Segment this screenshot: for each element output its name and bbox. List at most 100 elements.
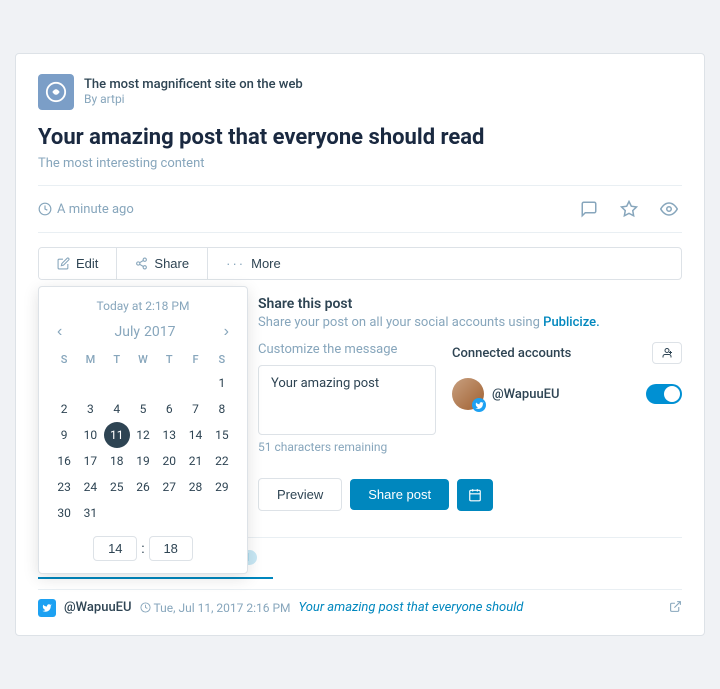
share-subtitle: Share your post on all your social accou… [258, 315, 682, 330]
cal-day[interactable]: 20 [156, 448, 182, 474]
cal-day[interactable]: 31 [77, 500, 103, 526]
calendar-overlay: Today at 2:18 PM ‹ July2017 › S M T W T … [38, 286, 248, 574]
cal-day[interactable]: 4 [104, 396, 130, 422]
cal-header-date: Today at 2:18 PM [51, 299, 235, 313]
calendar-grid: S M T W T F S 12345678910111213141516171… [51, 351, 235, 526]
share-left: Customize the message Your amazing post … [258, 342, 436, 454]
edit-button[interactable]: Edit [39, 248, 117, 279]
cal-day[interactable]: 21 [182, 448, 208, 474]
day-header-tu: T [104, 351, 130, 370]
prev-month-button[interactable]: ‹ [51, 321, 68, 343]
share-label: Share [154, 256, 189, 271]
post-time: A minute ago [38, 202, 134, 217]
cal-day[interactable]: 7 [182, 396, 208, 422]
history-handle: @WapuuEU [64, 600, 132, 615]
cal-day [130, 500, 156, 526]
cal-day[interactable]: 8 [209, 396, 235, 422]
account-name: @WapuuEU [492, 387, 560, 402]
cal-day[interactable]: 24 [77, 474, 103, 500]
comment-button[interactable] [576, 196, 602, 222]
post-title: Your amazing post that everyone should r… [38, 124, 682, 153]
cal-day[interactable]: 15 [209, 422, 235, 448]
bottom-buttons: Preview Share post [258, 468, 682, 521]
preview-button[interactable]: Preview [258, 478, 342, 511]
site-icon [38, 74, 74, 110]
cal-day[interactable]: 1 [209, 370, 235, 396]
cal-day[interactable]: 18 [104, 448, 130, 474]
cal-day[interactable]: 29 [209, 474, 235, 500]
account-toggle[interactable] [646, 384, 682, 404]
account-info: @WapuuEU [452, 378, 560, 410]
post-text-area[interactable]: Your amazing post [258, 365, 436, 435]
time-label: A minute ago [57, 202, 134, 217]
cal-day[interactable]: 25 [104, 474, 130, 500]
cal-day[interactable]: 3 [77, 396, 103, 422]
post-actions [576, 196, 682, 222]
cal-day[interactable]: 2 [51, 396, 77, 422]
cal-day[interactable]: 9 [51, 422, 77, 448]
site-by: By artpi [84, 92, 303, 106]
day-header-we: W [130, 351, 156, 370]
share-right: Connected accounts [452, 342, 682, 454]
publicize-link[interactable]: Publicize. [543, 315, 600, 330]
time-separator: : [141, 541, 144, 557]
time-hour-input[interactable] [93, 536, 137, 561]
cal-day[interactable]: 16 [51, 448, 77, 474]
cal-day [104, 370, 130, 396]
cal-day [182, 370, 208, 396]
site-header: The most magnificent site on the web By … [38, 74, 682, 110]
cal-day[interactable]: 27 [156, 474, 182, 500]
toggle-knob [664, 386, 680, 402]
twitter-badge [472, 398, 486, 412]
cal-day[interactable]: 17 [77, 448, 103, 474]
share-post-button[interactable]: Share post [350, 479, 449, 510]
cal-day[interactable]: 28 [182, 474, 208, 500]
history-text: Your amazing post that everyone should [299, 600, 661, 615]
cal-day [209, 500, 235, 526]
cal-day[interactable]: 30 [51, 500, 77, 526]
cal-day[interactable]: 22 [209, 448, 235, 474]
day-header-th: T [156, 351, 182, 370]
next-month-button[interactable]: › [218, 321, 235, 343]
cal-day[interactable]: 26 [130, 474, 156, 500]
history-section: @WapuuEU Tue, Jul 11, 2017 2:16 PM Your … [38, 579, 682, 635]
schedule-calendar-button[interactable] [457, 479, 493, 511]
cal-day[interactable]: 19 [130, 448, 156, 474]
view-button[interactable] [656, 196, 682, 222]
cal-day [156, 370, 182, 396]
toolbar: Edit Share ··· More [38, 247, 682, 280]
cal-day[interactable]: 5 [130, 396, 156, 422]
cal-day[interactable]: 12 [130, 422, 156, 448]
cal-day [77, 370, 103, 396]
chars-remaining: 51 characters remaining [258, 440, 436, 454]
cal-day [182, 500, 208, 526]
share-content: Customize the message Your amazing post … [258, 342, 682, 454]
star-button[interactable] [616, 196, 642, 222]
cal-day [156, 500, 182, 526]
share-section: Today at 2:18 PM ‹ July2017 › S M T W T … [38, 296, 682, 521]
more-label: More [251, 256, 281, 271]
time-minute-input[interactable] [149, 536, 193, 561]
add-account-button[interactable] [652, 342, 682, 364]
post-meta-bar: A minute ago [38, 185, 682, 233]
cal-day[interactable]: 14 [182, 422, 208, 448]
history-row: @WapuuEU Tue, Jul 11, 2017 2:16 PM Your … [38, 589, 682, 625]
twitter-icon [38, 599, 56, 617]
customize-label: Customize the message [258, 342, 436, 357]
cal-day[interactable]: 10 [77, 422, 103, 448]
cal-month-year: July2017 [111, 324, 176, 340]
more-button[interactable]: ··· More [208, 248, 299, 279]
external-link-icon[interactable] [669, 598, 682, 617]
connected-accounts-label: Connected accounts [452, 342, 682, 364]
edit-label: Edit [76, 256, 98, 271]
site-info: The most magnificent site on the web By … [84, 77, 303, 106]
share-button[interactable]: Share [117, 248, 208, 279]
cal-day[interactable]: 13 [156, 422, 182, 448]
post-subtitle: The most interesting content [38, 156, 682, 171]
site-name: The most magnificent site on the web [84, 77, 303, 92]
cal-day[interactable]: 23 [51, 474, 77, 500]
cal-day[interactable]: 6 [156, 396, 182, 422]
cal-day[interactable]: 11 [104, 422, 130, 448]
cal-day [104, 500, 130, 526]
day-header-sa: S [209, 351, 235, 370]
